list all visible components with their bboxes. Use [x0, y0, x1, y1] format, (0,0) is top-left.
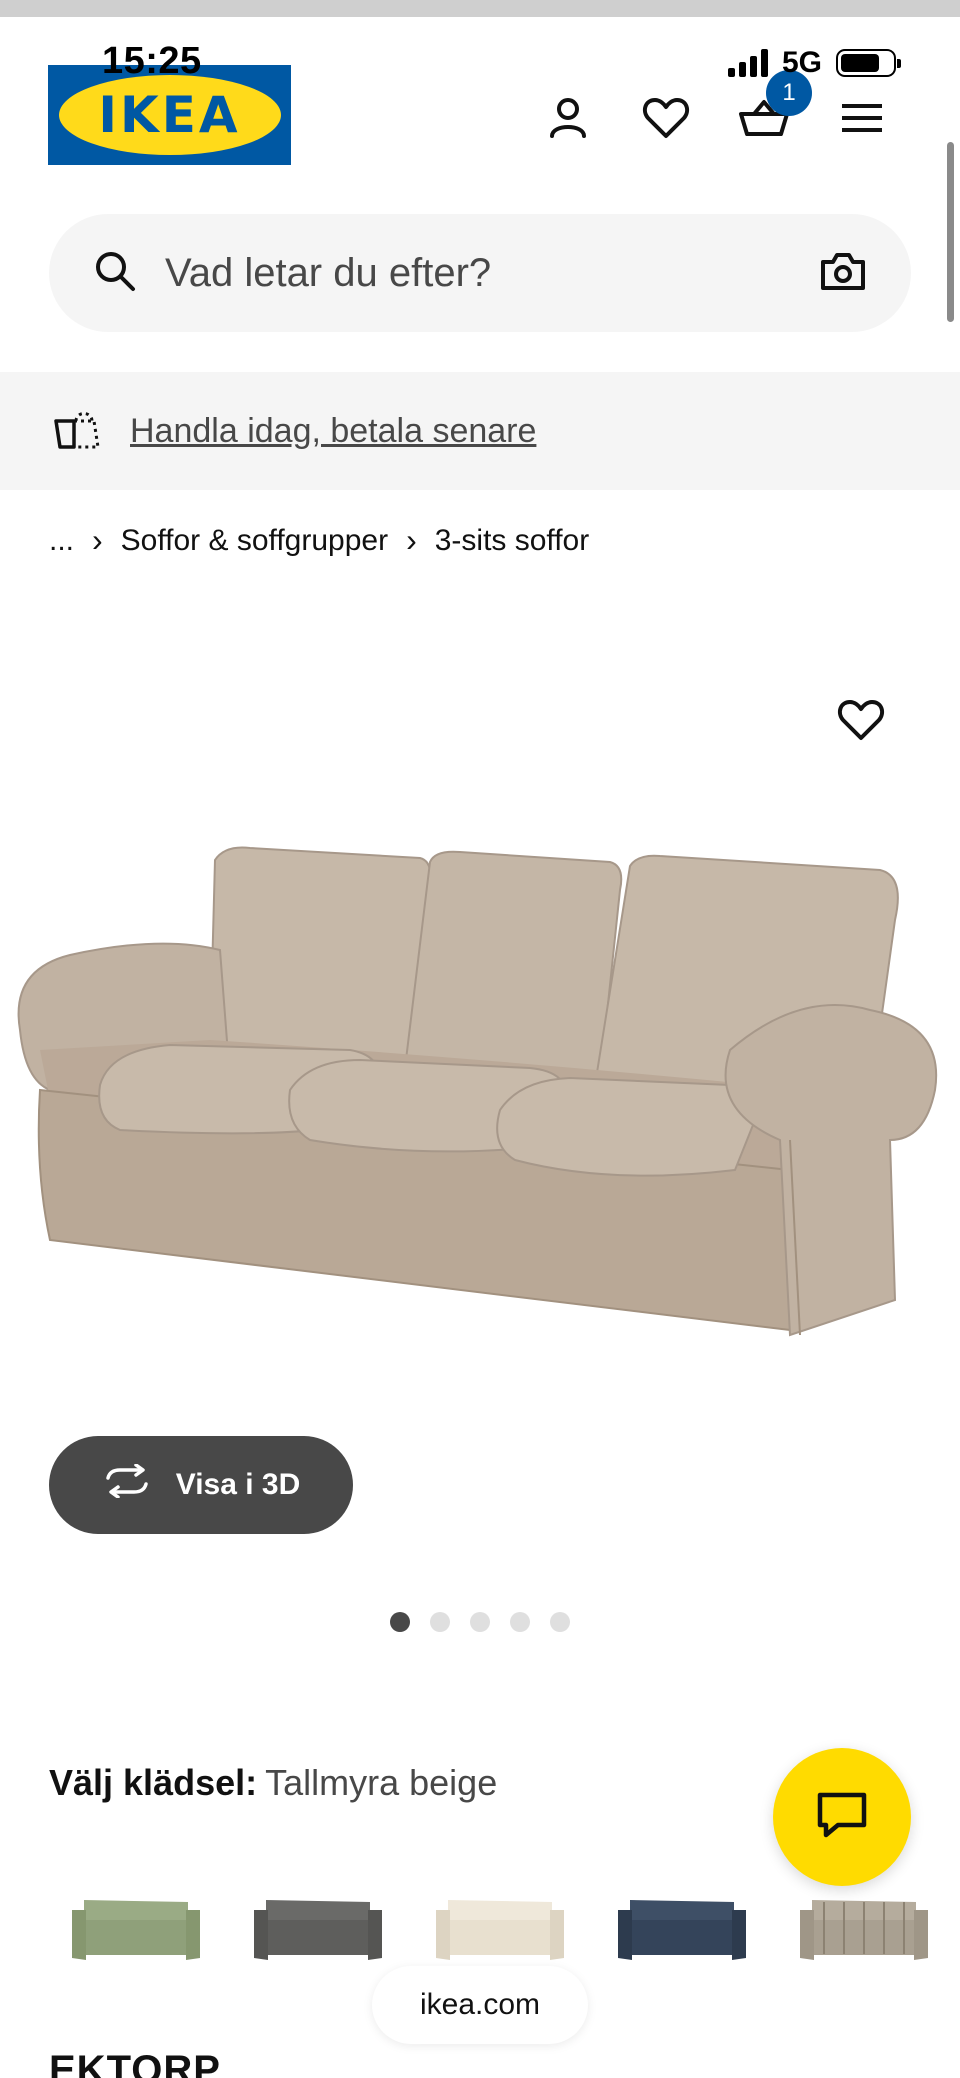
breadcrumb-item[interactable]: 3-sits soffor [435, 524, 590, 558]
view-in-3d-label: Visa i 3D [175, 1468, 301, 1501]
fabric-swatch[interactable] [794, 1880, 934, 1980]
network-label: 5G [781, 46, 822, 79]
shopping-bag-icon [52, 407, 104, 456]
menu-icon[interactable] [834, 90, 890, 146]
heart-icon[interactable] [638, 90, 694, 146]
carousel-dot[interactable] [470, 1612, 490, 1632]
promo-banner: Handla idag, betala senare [0, 372, 960, 490]
signal-icon [727, 49, 768, 77]
fabric-swatch[interactable] [248, 1880, 388, 1980]
pay-later-link[interactable]: Handla idag, betala senare [130, 412, 536, 451]
save-favourite-icon[interactable] [836, 696, 886, 746]
carousel-dot[interactable] [550, 1612, 570, 1632]
search-input[interactable]: Vad letar du efter? [165, 251, 819, 296]
product-image-sofa[interactable] [10, 840, 950, 1360]
fabric-swatch[interactable] [430, 1880, 570, 1980]
fabric-value: Tallmyra beige [265, 1762, 498, 1803]
fabric-selector-label: Välj klädsel: Tallmyra beige [49, 1762, 497, 1804]
carousel-dot[interactable] [390, 1612, 410, 1632]
battery-icon [836, 49, 901, 77]
product-name: EKTORP [49, 2048, 221, 2078]
header-actions [540, 90, 920, 146]
breadcrumb: ... › Soffor & soffgrupper › 3-sits soff… [49, 522, 589, 559]
search-icon [93, 249, 137, 298]
chat-bubble-icon [814, 1789, 870, 1846]
chat-button[interactable] [773, 1748, 911, 1886]
breadcrumb-item[interactable]: Soffor & soffgrupper [121, 524, 388, 558]
browser-url-pill[interactable]: ikea.com [372, 1966, 588, 2044]
chevron-right-icon: › [92, 522, 103, 558]
fabric-label: Välj klädsel: [49, 1762, 258, 1803]
carousel-dots [390, 1612, 570, 1632]
chevron-right-icon: › [406, 522, 417, 558]
rotate-3d-icon [102, 1463, 152, 1506]
search-bar[interactable]: Vad letar du efter? [49, 214, 911, 332]
status-time: 15:25 [102, 40, 202, 82]
breadcrumb-ellipsis[interactable]: ... [49, 524, 74, 558]
logo-text: IKEA [98, 86, 241, 144]
page-scrollbar[interactable] [947, 142, 954, 322]
carousel-dot[interactable] [510, 1612, 530, 1632]
status-indicators: 5G [727, 46, 901, 80]
browser-top-strip [0, 0, 960, 17]
camera-icon[interactable] [819, 250, 867, 297]
carousel-dot[interactable] [430, 1612, 450, 1632]
view-in-3d-button[interactable]: Visa i 3D [49, 1436, 353, 1534]
user-icon[interactable] [540, 90, 596, 146]
fabric-swatch[interactable] [66, 1880, 206, 1980]
fabric-swatch[interactable] [612, 1880, 752, 1980]
